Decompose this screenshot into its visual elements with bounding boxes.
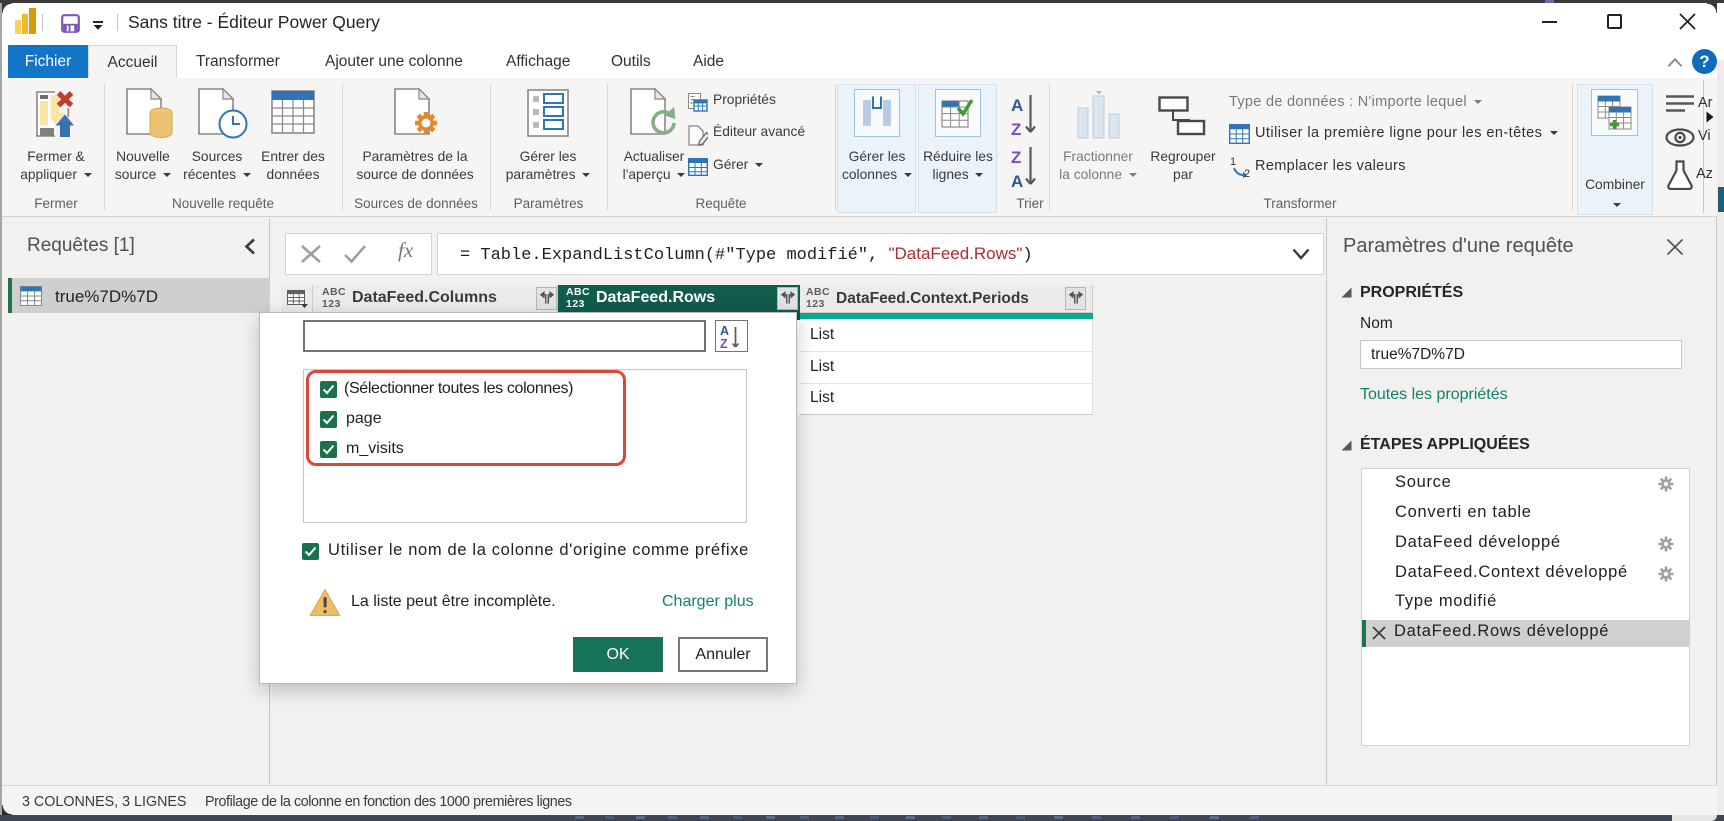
svg-text:Z: Z [1011,148,1021,167]
svg-text:Z: Z [1011,120,1021,139]
svg-text:Z: Z [720,337,728,350]
svg-text:A: A [1011,172,1023,191]
svg-text:1: 1 [1230,156,1236,168]
svg-text:A: A [720,324,729,338]
svg-text:2: 2 [1244,168,1250,179]
svg-text:A: A [1011,96,1023,115]
